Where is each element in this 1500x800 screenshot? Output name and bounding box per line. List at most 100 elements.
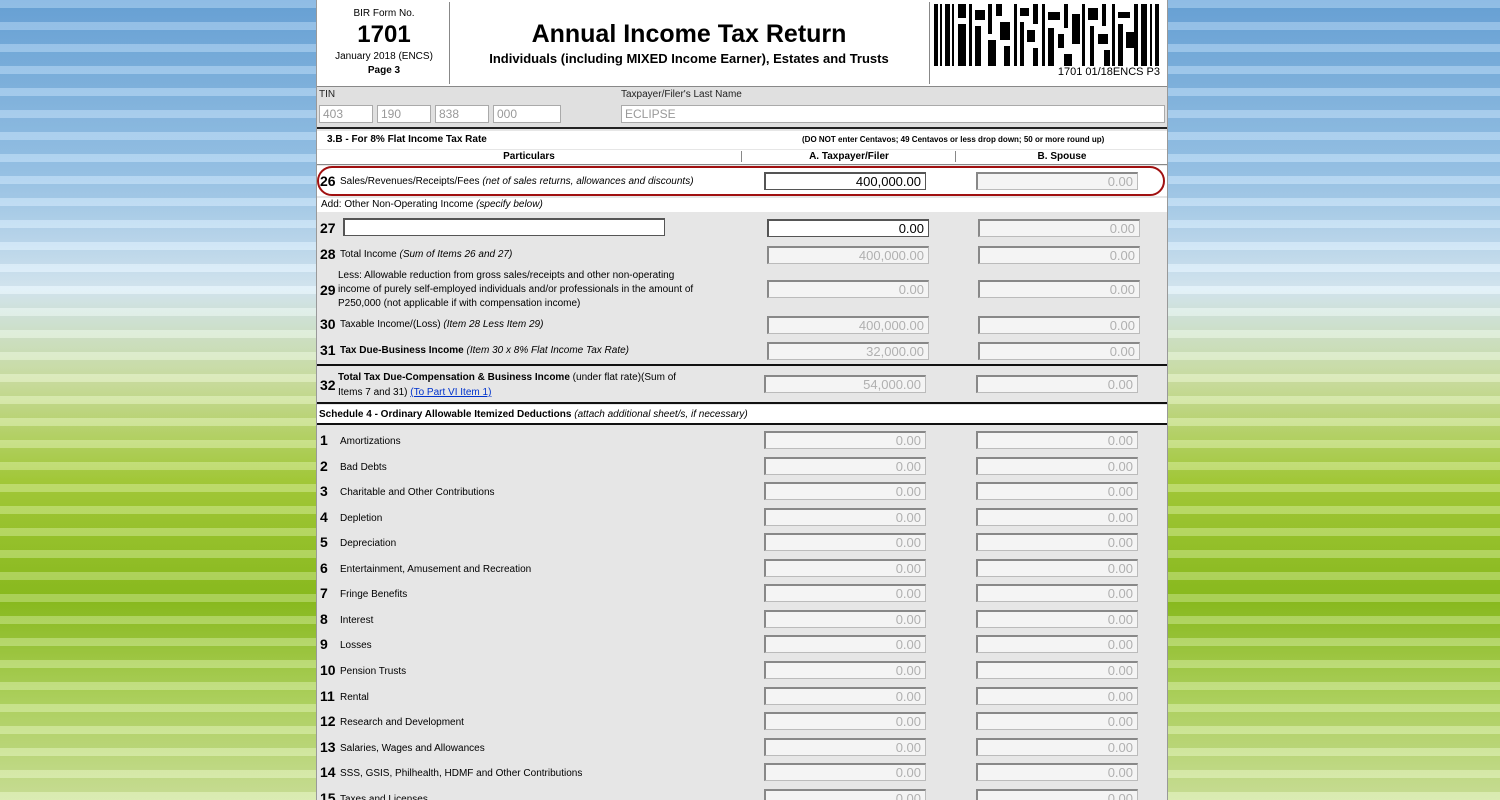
item-number: 10 <box>320 661 336 678</box>
item-label: Bad Debts <box>340 461 387 473</box>
spouse-amount-field[interactable]: 0.00 <box>976 456 1138 475</box>
spouse-amount-field[interactable]: 0.00 <box>976 686 1138 705</box>
taxpayer-amount-field[interactable]: 0.00 <box>764 763 926 782</box>
last-name-field[interactable]: ECLIPSE <box>621 105 1165 123</box>
item-29-taxpayer-field[interactable]: 0.00 <box>767 280 929 298</box>
spouse-amount-field[interactable]: 0.00 <box>976 533 1138 552</box>
spouse-amount-field[interactable]: 0.00 <box>976 609 1138 628</box>
taxpayer-id-row: TIN 403 190 838 000 Taxpayer/Filer's Las… <box>317 87 1167 129</box>
item-32-taxpayer-field[interactable]: 54,000.00 <box>764 375 926 393</box>
schedule-4-item-row: 5 Depreciation 0.00 0.00 <box>317 530 1167 554</box>
item-number: 11 <box>320 687 335 704</box>
item-28-spouse-field[interactable]: 0.00 <box>978 246 1140 264</box>
taxpayer-amount-field[interactable]: 0.00 <box>764 507 926 526</box>
section-3b-bar: 3.B - For 8% Flat Income Tax Rate (DO NO… <box>317 131 1167 149</box>
item-30-taxpayer-field[interactable]: 400,000.00 <box>767 316 929 334</box>
spouse-amount-field[interactable]: 0.00 <box>976 635 1138 654</box>
item-28-taxpayer-field[interactable]: 400,000.00 <box>767 246 929 264</box>
tin-field-1[interactable]: 403 <box>319 105 373 123</box>
schedule-4-item-row: 2 Bad Debts 0.00 0.00 <box>317 454 1167 478</box>
item-label-text: Taxable Income/(Loss) <box>340 319 441 330</box>
taxpayer-amount-field[interactable]: 0.00 <box>764 558 926 577</box>
tin-field-4[interactable]: 000 <box>493 105 561 123</box>
schedule-4-title: Schedule 4 - Ordinary Allowable Itemized… <box>319 409 748 420</box>
item-29-label-line-2: income of purely self-employed individua… <box>338 284 694 295</box>
barcode-box: 1701 01/18ENCS P3 <box>929 2 1164 84</box>
item-number: 12 <box>320 713 336 730</box>
schedule-4-item-row: 11 Rental 0.00 0.00 <box>317 684 1167 708</box>
item-30-row: 30 Taxable Income/(Loss) (Item 28 Less I… <box>317 313 1167 337</box>
taxpayer-amount-field[interactable]: 0.00 <box>764 533 926 552</box>
item-label: Pension Trusts <box>340 665 407 677</box>
item-31-taxpayer-field[interactable]: 32,000.00 <box>767 342 929 360</box>
item-29-spouse-field[interactable]: 0.00 <box>978 280 1140 298</box>
item-number: 30 <box>320 316 336 332</box>
item-label: Research and Development <box>340 717 464 729</box>
item-28-row: 28 Total Income (Sum of Items 26 and 27)… <box>317 244 1167 266</box>
spouse-amount-field[interactable]: 0.00 <box>976 482 1138 501</box>
item-number: 6 <box>320 559 328 576</box>
item-label-note: (Item 30 x 8% Flat Income Tax Rate) <box>466 345 630 356</box>
item-number: 14 <box>320 764 336 781</box>
item-30-spouse-field[interactable]: 0.00 <box>978 316 1140 334</box>
item-27-specify-field[interactable] <box>343 218 665 236</box>
item-number: 31 <box>320 342 336 358</box>
schedule-4-header: Schedule 4 - Ordinary Allowable Itemized… <box>317 405 1167 423</box>
background-left-decoration <box>0 0 316 800</box>
taxpayer-amount-field[interactable]: 0.00 <box>764 788 926 800</box>
item-label: Entertainment, Amusement and Recreation <box>340 563 532 575</box>
item-32-label: Total Tax Due-Compensation & Business In… <box>338 370 676 400</box>
divider <box>317 402 1167 404</box>
spouse-amount-field[interactable]: 0.00 <box>976 788 1138 800</box>
col-spouse: B. Spouse <box>955 151 1167 162</box>
item-number: 4 <box>320 508 328 525</box>
item-number: 1 <box>320 432 328 448</box>
spouse-amount-field[interactable]: 0.00 <box>976 507 1138 526</box>
spouse-amount-field[interactable]: 0.00 <box>976 431 1138 449</box>
form-subtitle: Individuals (including MIXED Income Earn… <box>489 51 889 66</box>
taxpayer-amount-field[interactable]: 0.00 <box>764 635 926 654</box>
spouse-amount-field[interactable]: 0.00 <box>976 737 1138 756</box>
spouse-amount-field[interactable]: 0.00 <box>976 712 1138 731</box>
taxpayer-amount-field[interactable]: 0.00 <box>764 431 926 449</box>
taxpayer-amount-field[interactable]: 0.00 <box>764 712 926 731</box>
item-30-label: Taxable Income/(Loss) (Item 28 Less Item… <box>340 319 543 330</box>
item-number: 29 <box>320 282 336 298</box>
item-number: 8 <box>320 610 328 627</box>
item-number: 27 <box>320 220 336 236</box>
item-number: 5 <box>320 534 328 551</box>
spouse-amount-field[interactable]: 0.00 <box>976 660 1138 679</box>
item-number: 7 <box>320 585 328 602</box>
form-title-box: Annual Income Tax Return Individuals (in… <box>450 2 928 84</box>
tin-field-3[interactable]: 838 <box>435 105 489 123</box>
schedule-4-item-row: 8 Interest 0.00 0.00 <box>317 607 1167 631</box>
taxpayer-amount-field[interactable]: 0.00 <box>764 609 926 628</box>
schedule-4-item-row: 13 Salaries, Wages and Allowances 0.00 0.00 <box>317 735 1167 759</box>
taxpayer-amount-field[interactable]: 0.00 <box>764 686 926 705</box>
col-taxpayer: A. Taxpayer/Filer <box>741 151 956 162</box>
spouse-amount-field[interactable]: 0.00 <box>976 584 1138 603</box>
item-29-label-line-1: Less: Allowable reduction from gross sal… <box>338 270 675 281</box>
divider <box>317 423 1167 425</box>
tin-field-2[interactable]: 190 <box>377 105 431 123</box>
taxpayer-amount-field[interactable]: 0.00 <box>764 660 926 679</box>
form-header: BIR Form No. 1701 January 2018 (ENCS) Pa… <box>317 0 1167 87</box>
item-label-tail: (under flat rate)(Sum of <box>572 372 677 383</box>
spouse-amount-field[interactable]: 0.00 <box>976 763 1138 782</box>
item-label: Charitable and Other Contributions <box>340 487 495 499</box>
item-number: 28 <box>320 246 336 262</box>
item-32-spouse-field[interactable]: 0.00 <box>976 375 1138 393</box>
taxpayer-amount-field[interactable]: 0.00 <box>764 584 926 603</box>
section-3b-title: 3.B - For 8% Flat Income Tax Rate <box>327 134 487 145</box>
taxpayer-amount-field[interactable]: 0.00 <box>764 737 926 756</box>
page-number: Page 3 <box>367 65 401 76</box>
spouse-amount-field[interactable]: 0.00 <box>976 558 1138 577</box>
item-31-spouse-field[interactable]: 0.00 <box>978 342 1140 360</box>
taxpayer-amount-field[interactable]: 0.00 <box>764 482 926 501</box>
part-vi-item-1-link[interactable]: (To Part VI Item 1) <box>410 387 491 398</box>
item-27-row: 27 0.00 0.00 <box>317 216 1167 240</box>
item-label-note: (Item 28 Less Item 29) <box>443 319 544 330</box>
taxpayer-amount-field[interactable]: 0.00 <box>764 456 926 475</box>
item-27-spouse-field[interactable]: 0.00 <box>978 219 1140 237</box>
item-27-taxpayer-field[interactable]: 0.00 <box>767 219 929 237</box>
